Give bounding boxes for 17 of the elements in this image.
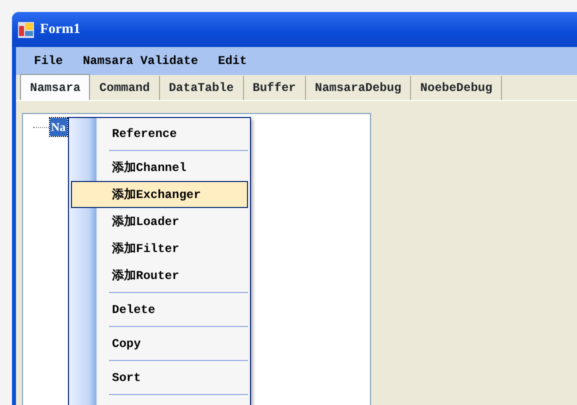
menu-item[interactable]: Edit bbox=[208, 52, 257, 70]
menu-item[interactable]: Copy bbox=[71, 330, 248, 357]
menu-item[interactable]: 添加Exchanger bbox=[71, 181, 248, 208]
tab[interactable]: Buffer bbox=[244, 76, 306, 100]
menu-item[interactable]: Delete bbox=[71, 296, 248, 323]
menu-item[interactable]: Reference bbox=[71, 120, 248, 147]
menu-item[interactable]: Sort bbox=[71, 364, 248, 391]
tab[interactable]: Namsara bbox=[20, 74, 90, 100]
menu-item[interactable]: Namsara Validate bbox=[72, 52, 208, 70]
menu-item[interactable]: 添加Filter bbox=[71, 235, 248, 262]
menu-item[interactable]: 添加Loader bbox=[71, 208, 248, 235]
window-title: Form1 bbox=[40, 21, 80, 39]
menu-item[interactable]: 添加Router bbox=[71, 262, 248, 289]
menu-item[interactable]: File bbox=[24, 52, 73, 70]
menu-item[interactable]: 添加Channel bbox=[71, 154, 248, 181]
app-icon bbox=[18, 22, 34, 38]
tree-node[interactable]: Na bbox=[50, 118, 67, 136]
